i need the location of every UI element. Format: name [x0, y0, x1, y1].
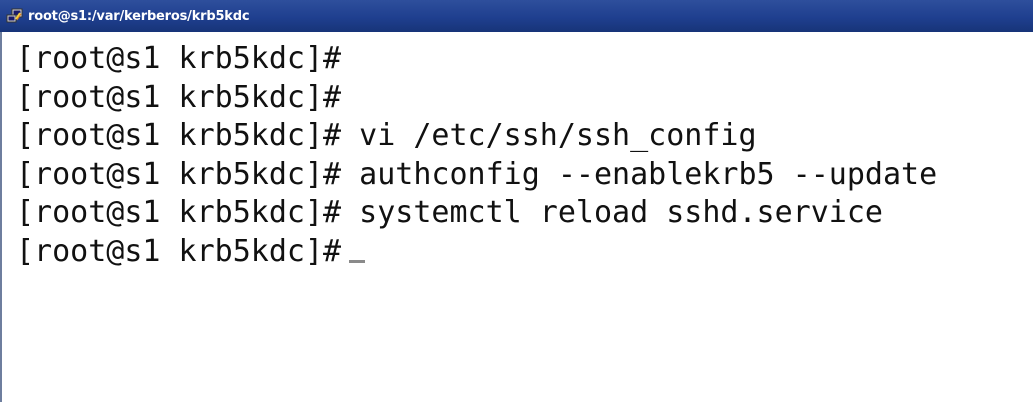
terminal-window: root@s1:/var/kerberos/krb5kdc [root@s1 k… [0, 0, 1033, 402]
command: systemctl reload sshd.service [341, 195, 883, 230]
text-cursor [349, 259, 366, 263]
terminal-output[interactable]: [root@s1 krb5kdc]# [root@s1 krb5kdc]# [r… [0, 32, 1033, 402]
prompt: [root@s1 krb5kdc]# [16, 195, 342, 230]
window-title: root@s1:/var/kerberos/krb5kdc [28, 8, 250, 24]
prompt: [root@s1 krb5kdc]# [16, 79, 342, 115]
command: vi /etc/ssh/ssh_config [341, 118, 757, 153]
terminal-line: [root@s1 krb5kdc]# vi /etc/ssh/ssh_confi… [16, 117, 1033, 156]
prompt: [root@s1 krb5kdc]# [16, 156, 342, 192]
terminal-line: [root@s1 krb5kdc]# systemctl reload sshd… [16, 194, 1033, 233]
command: authconfig --enablekrb5 --update [341, 156, 938, 192]
prompt: [root@s1 krb5kdc]# [16, 41, 342, 76]
prompt: [root@s1 krb5kdc]# [16, 233, 342, 269]
prompt: [root@s1 krb5kdc]# [16, 118, 342, 153]
title-bar[interactable]: root@s1:/var/kerberos/krb5kdc [0, 0, 1033, 32]
terminal-line: [root@s1 krb5kdc]# [16, 79, 1033, 118]
terminal-line: [root@s1 krb5kdc]# authconfig --enablekr… [16, 156, 1033, 195]
putty-icon [6, 7, 24, 25]
terminal-line-active: [root@s1 krb5kdc]# [16, 233, 1033, 272]
terminal-line: [root@s1 krb5kdc]# [16, 40, 1033, 79]
